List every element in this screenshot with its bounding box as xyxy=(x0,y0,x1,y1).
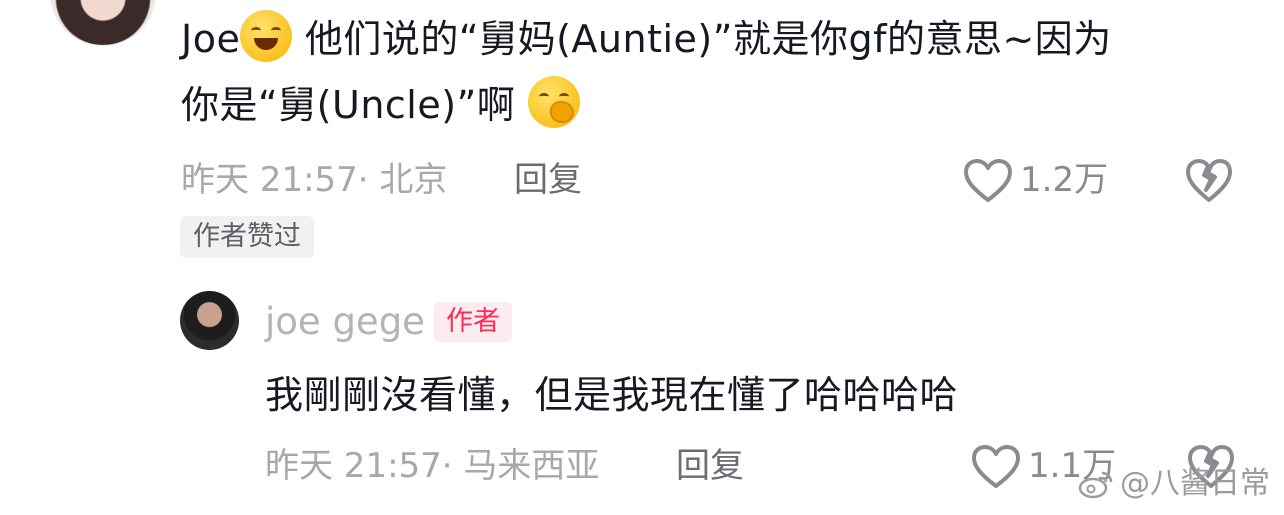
comment-text-part: 你是“舅(Uncle)”啊 xyxy=(181,83,528,127)
watermark: @八酱日常 xyxy=(1078,464,1270,504)
author-liked-tag: 作者赞过 xyxy=(180,216,314,258)
laughing-tears-emoji-icon xyxy=(240,10,293,62)
like-count: 1.2万 xyxy=(1020,160,1109,200)
author-avatar[interactable] xyxy=(180,291,239,350)
watermark-text: @八酱日常 xyxy=(1120,466,1270,501)
like-heart-icon[interactable] xyxy=(962,158,1014,204)
comment-timestamp-location: 昨天 21:57· 北京 xyxy=(181,160,448,200)
like-heart-icon[interactable] xyxy=(970,444,1022,490)
smirk-hand-over-mouth-emoji-icon xyxy=(527,76,580,128)
username[interactable]: joe gege xyxy=(265,299,425,345)
dislike-broken-heart-icon[interactable] xyxy=(1184,158,1234,204)
comment-text-part: Joe xyxy=(181,17,241,61)
reply-text: 我剛剛沒看懂，但是我現在懂了哈哈哈哈 xyxy=(265,373,959,417)
reply-timestamp-location: 昨天 21:57· 马来西亚 xyxy=(265,446,600,486)
reply-button[interactable]: 回复 xyxy=(676,446,744,486)
reply-button[interactable]: 回复 xyxy=(514,160,582,200)
comment-text-part: 他们说的“舅妈(Auntie)”就是你gf的意思~因为 xyxy=(292,17,1112,61)
author-badge: 作者 xyxy=(434,302,512,342)
comment-text: Joe 他们说的“舅妈(Auntie)”就是你gf的意思~因为 你是“舅(Unc… xyxy=(181,6,1241,138)
weibo-icon xyxy=(1078,469,1114,499)
commenter-avatar[interactable] xyxy=(50,0,156,46)
